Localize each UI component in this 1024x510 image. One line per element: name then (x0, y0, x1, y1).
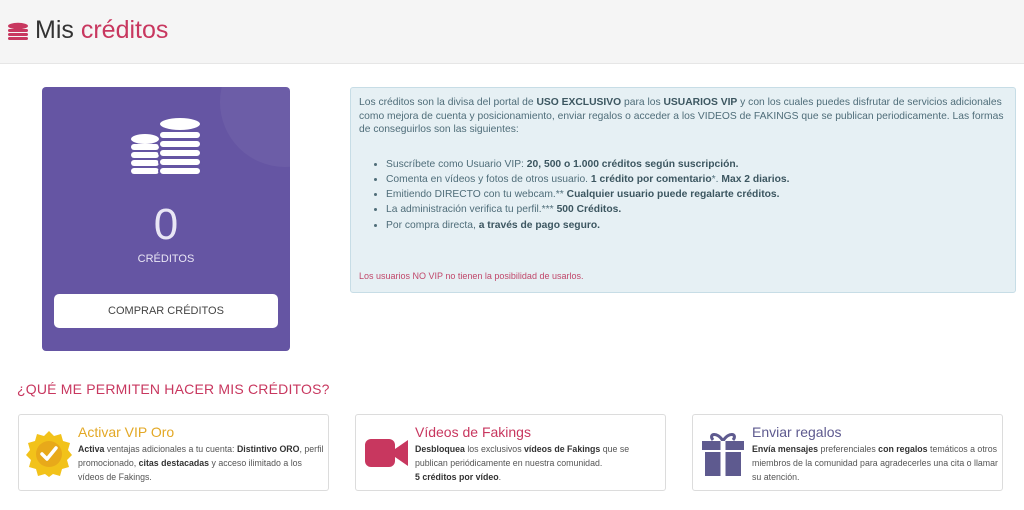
feature-title: Activar VIP Oro (78, 424, 175, 440)
page-title: Mis créditos (35, 16, 169, 44)
non-vip-warning: Los usuarios NO VIP no tienen la posibil… (359, 271, 584, 281)
list-item: Emitiendo DIRECTO con tu webcam.** Cualq… (386, 187, 1007, 202)
page-header: Mis créditos (0, 0, 1024, 64)
info-intro: Los créditos son la divisa del portal de… (359, 97, 1004, 135)
credits-count: 0 (153, 200, 179, 249)
coins-icon (8, 22, 28, 40)
feature-title: Vídeos de Fakings (415, 424, 531, 440)
gold-badge-icon (26, 431, 72, 477)
list-item: Suscríbete como Usuario VIP: 20, 500 o 1… (386, 157, 1007, 172)
feature-vip-oro[interactable]: Activar VIP Oro Activa ventajas adiciona… (18, 414, 329, 491)
feature-description: Envía mensajes preferenciales con regalo… (752, 444, 998, 482)
list-item: La administración verifica tu perfil.***… (386, 202, 1007, 217)
video-camera-icon (365, 439, 408, 467)
section-title: ¿QUÉ ME PERMITEN HACER MIS CRÉDITOS? (17, 381, 330, 397)
gift-icon (702, 433, 744, 476)
list-item: Por compra directa, a través de pago seg… (386, 218, 1007, 233)
ways-list: Suscríbete como Usuario VIP: 20, 500 o 1… (359, 157, 1007, 233)
feature-description: Desbloquea los exclusivos vídeos de Faki… (415, 444, 630, 482)
buy-credits-button[interactable]: COMPRAR CRÉDITOS (54, 294, 278, 328)
feature-title: Enviar regalos (752, 424, 842, 440)
list-item: Comenta en vídeos y fotos de otros usuar… (386, 172, 1007, 187)
coins-stack-icon (131, 116, 202, 176)
credits-label: CRÉDITOS (137, 253, 195, 265)
feature-description: Activa ventajas adicionales a tu cuenta:… (78, 444, 324, 482)
credits-card: 0 CRÉDITOS COMPRAR CRÉDITOS (42, 87, 290, 351)
feature-enviar-regalos[interactable]: Enviar regalos Envía mensajes preferenci… (692, 414, 1003, 491)
credits-info-panel: Los créditos son la divisa del portal de… (350, 87, 1016, 293)
feature-videos-fakings[interactable]: Vídeos de Fakings Desbloquea los exclusi… (355, 414, 666, 491)
